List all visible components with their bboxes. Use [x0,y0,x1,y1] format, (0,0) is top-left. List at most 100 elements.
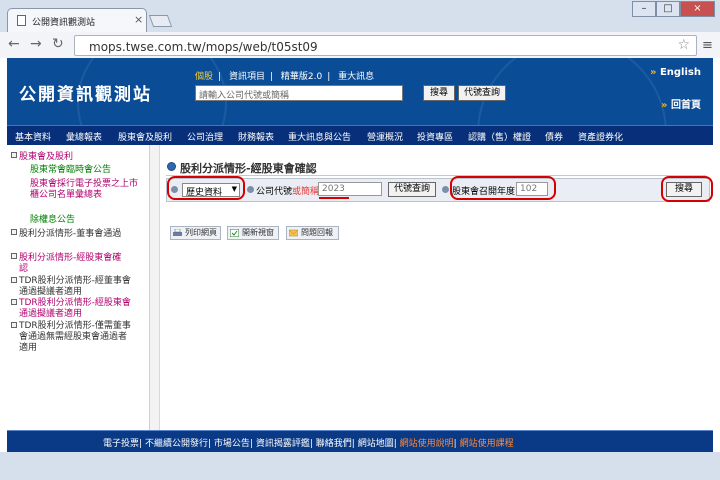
collapse-icon[interactable] [11,152,17,158]
english-link[interactable]: » English [650,67,701,78]
sidebar-item-dividend-shareholders[interactable]: 股利分派情形-經股東會確認 [19,253,129,275]
highlight-query-type [167,176,245,200]
left-sidebar: 股東會及股利 股東常會臨時會公告 股東會採行電子投票之上市櫃公司名單彙總表 除權… [7,145,150,430]
nav-governance[interactable]: 公司治理 [187,130,223,143]
company-search-input[interactable]: 請輸入公司代號或簡稱 [195,85,403,101]
nav-basic-info[interactable]: 基本資料 [15,130,51,143]
nav-financial-statements[interactable]: 財務報表 [238,130,274,143]
close-window-icon[interactable]: × [680,1,715,17]
title-divider [166,175,706,176]
highlight-underline [319,197,349,199]
home-link[interactable]: » 回首頁 [661,96,701,111]
new-window-button[interactable]: 開新視窗 [227,226,279,240]
footer-link-disclosure-rating[interactable]: 資訊揭露評鑑 [256,439,310,449]
sidebar-item-dividend-board[interactable]: 股利分派情形-董事會通過 [19,229,129,240]
mail-icon [289,229,298,237]
tab-title: 公開資訊觀測站 [32,18,96,28]
top-links: 個股 | 資訊項目 | 精華版2.0 | 重大訊息 [195,69,379,82]
separator: | [139,439,143,449]
sidebar-item-tdr-board[interactable]: TDR股利分派情形-經董事會通過擬議者適用 [19,276,135,298]
top-link-stock[interactable]: 個股 [195,72,213,82]
footer-links: 電子投票| 不繼續公開發行| 市場公告| 資訊揭露評鑑| 聯絡我們| 網站地圖|… [103,436,514,449]
print-button[interactable]: 列印網頁 [170,226,221,240]
print-label: 列印網頁 [185,228,217,237]
back-icon[interactable]: ← [8,37,20,51]
report-issue-button[interactable]: 問題回報 [286,226,339,240]
company-code-label: 公司代號或簡稱 [256,184,319,197]
sidebar-item-tdr-shareholders[interactable]: TDR股利分派情形-經股東會通過擬議者適用 [19,298,135,320]
separator: | [249,439,253,449]
home-label: 回首頁 [670,100,701,111]
top-link-info[interactable]: 資訊項目 [229,72,265,82]
sidebar-item-tdr-board-only[interactable]: TDR股利分派情形-僅需董事會通過無需經股東會通過者適用 [19,321,135,354]
printer-icon [173,229,182,236]
doc-icon [11,322,17,328]
sidebar-item-ex-dividend[interactable]: 除權息公告 [30,215,140,226]
site-logo[interactable]: 公開資訊觀測站 [19,80,152,105]
minimize-icon[interactable]: – [632,1,656,17]
bookmark-star-icon[interactable]: ☆ [677,37,690,53]
separator: | [393,439,397,449]
nav-major-news[interactable]: 重大訊息與公告 [288,130,351,143]
sidebar-item-meeting-notice[interactable]: 股東常會臨時會公告 [30,165,146,176]
top-link-major-news[interactable]: 重大訊息 [338,72,374,82]
header-code-lookup-button[interactable]: 代號查詢 [458,85,506,101]
footer-link-e-voting[interactable]: 電子投票 [103,439,139,449]
footer-link-site-guide[interactable]: 網站使用說明 [400,439,454,449]
page-title: 股利分派情形-經股東會確認 [180,162,317,175]
double-arrow-icon: » [650,67,657,78]
new-window-icon [230,229,239,237]
maximize-icon[interactable]: □ [656,1,680,17]
separator: | [453,439,457,449]
footer-link-site-course[interactable]: 網站使用課程 [460,439,514,449]
nav-bonds[interactable]: 債券 [545,130,563,143]
new-tab-button[interactable] [148,15,173,27]
separator: | [351,439,355,449]
doc-icon [11,229,17,235]
company-code-input[interactable]: 2023 [318,182,382,196]
browser-toolbar: ← → ↻ mops.twse.com.tw/mops/web/t05st09 … [0,32,720,58]
title-bullet-icon [167,162,176,171]
highlight-search [661,176,713,202]
site-footer: 電子投票| 不繼續公開發行| 市場公告| 資訊揭露評鑑| 聯絡我們| 網站地圖|… [7,430,713,452]
separator: | [309,439,313,449]
header-search-button[interactable]: 搜尋 [423,85,455,101]
browser-menu-icon[interactable]: ≡ [702,38,713,53]
separator: | [327,72,331,82]
nav-shareholders-dividends[interactable]: 股東會及股利 [118,130,172,143]
bullet-icon [247,186,254,193]
company-code-label-text: 公司代號 [256,187,293,197]
nav-securitization[interactable]: 資產證券化 [578,130,623,143]
nav-summary-reports[interactable]: 彙總報表 [66,130,102,143]
code-lookup-button[interactable]: 代號查詢 [388,182,436,197]
separator: | [207,439,211,449]
tab-close-icon[interactable]: × [134,13,143,26]
footer-link-discontinued[interactable]: 不繼續公開發行 [145,439,208,449]
browser-chrome: 公開資訊觀測站 × – □ × ← → ↻ mops.twse.com.tw/m… [0,0,720,58]
sidebar-splitter[interactable] [150,145,160,430]
doc-icon [11,253,17,259]
window-controls: – □ × [632,1,715,19]
footer-link-market-notice[interactable]: 市場公告 [214,439,250,449]
company-code-label-alt: 或簡稱 [292,187,320,197]
sidebar-item-shareholders[interactable]: 股東會及股利 [19,152,139,163]
browser-tab[interactable]: 公開資訊觀測站 × [7,8,147,32]
nav-operations[interactable]: 營運概況 [367,130,403,143]
forward-icon[interactable]: → [30,37,42,51]
footer-link-sitemap[interactable]: 網站地圖 [358,439,394,449]
nav-warrants[interactable]: 認購（售）權證 [468,130,531,143]
separator: | [269,72,273,82]
sidebar-item-e-voting[interactable]: 股東會採行電子投票之上市櫃公司名單彙總表 [30,179,140,201]
report-issue-label: 問題回報 [301,228,333,237]
separator: | [218,72,222,82]
nav-investment[interactable]: 投資專區 [417,130,453,143]
address-bar[interactable]: mops.twse.com.tw/mops/web/t05st09 ☆ [74,35,697,56]
footer-link-contact[interactable]: 聯絡我們 [316,439,352,449]
top-link-essential[interactable]: 精華版2.0 [281,72,322,82]
reload-icon[interactable]: ↻ [52,37,64,51]
main-nav: 基本資料 彙總報表 股東會及股利 公司治理 財務報表 重大訊息與公告 營運概況 … [7,125,713,145]
doc-icon [11,299,17,305]
english-label: English [659,67,701,78]
site-header: 公開資訊觀測站 個股 | 資訊項目 | 精華版2.0 | 重大訊息 請輸入公司代號或簡… [7,58,713,125]
url-text: mops.twse.com.tw/mops/web/t05st09 [89,40,318,54]
